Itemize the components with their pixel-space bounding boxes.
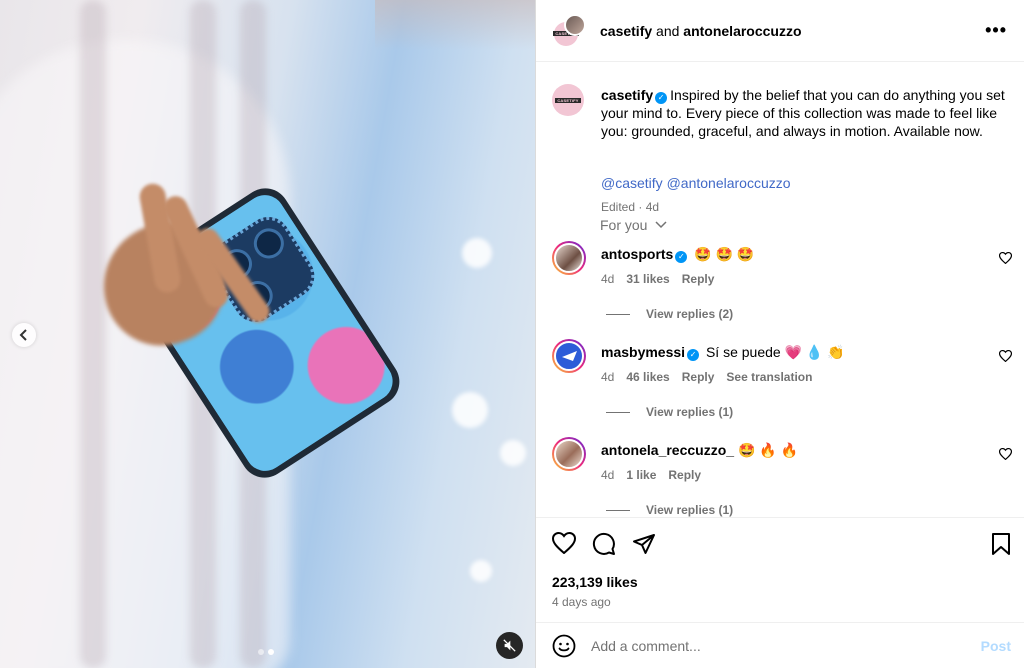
- comment-likes[interactable]: 46 likes: [626, 370, 669, 384]
- post-comment-button[interactable]: Post: [981, 638, 1011, 654]
- share-paper-plane-icon[interactable]: [632, 532, 656, 559]
- more-options-icon[interactable]: •••: [985, 20, 1007, 41]
- author-link[interactable]: casetify: [600, 23, 652, 39]
- mention-link[interactable]: @antonelaroccuzzo: [667, 175, 791, 191]
- post-likes-count[interactable]: 223,139 likes: [552, 574, 638, 590]
- verified-badge-icon: ✓: [655, 92, 668, 104]
- avatar[interactable]: [552, 437, 586, 471]
- mention-link[interactable]: @casetify: [601, 175, 663, 191]
- media-glow: [375, 0, 535, 50]
- bookmark-icon[interactable]: [991, 532, 1011, 559]
- comment-text: 🤩 🔥 🔥: [737, 442, 799, 458]
- carousel-dot: [258, 649, 264, 655]
- media-bokeh: [452, 392, 488, 428]
- post-timestamp[interactable]: 4 days ago: [552, 595, 611, 609]
- author-joiner: and: [656, 22, 680, 39]
- comment-text: 🤩 🤩 🤩: [694, 246, 755, 262]
- reply-button[interactable]: Reply: [668, 468, 701, 482]
- caption-username[interactable]: casetify: [601, 87, 653, 103]
- chevron-down-icon: [655, 221, 667, 229]
- comment-time: 4d: [601, 370, 615, 384]
- carousel-dot-active: [268, 649, 274, 655]
- reply-button[interactable]: Reply: [682, 272, 715, 286]
- verified-badge-icon: ✓: [687, 349, 700, 361]
- comment-sort-dropdown[interactable]: For you: [600, 217, 667, 233]
- comment-input[interactable]: [591, 637, 961, 654]
- comment-text: Sí se puede 💗 💧 👏: [705, 344, 845, 360]
- media-stripe: [80, 0, 106, 668]
- comment-time: 4d: [601, 468, 615, 482]
- comment-item: masbymessi ✓ Sí se puede 💗 💧 👏 4d 46 like…: [552, 339, 1013, 429]
- comment-likes[interactable]: 1 like: [626, 468, 656, 482]
- avatar[interactable]: [552, 241, 586, 275]
- comment-username[interactable]: antonela_reccuzzo_: [601, 442, 734, 458]
- carousel-dots: [258, 649, 274, 655]
- comment-body: antonela_reccuzzo_ 🤩 🔥 🔥: [601, 442, 798, 459]
- view-replies-button[interactable]: View replies (1): [606, 503, 733, 517]
- comment-bubble-icon[interactable]: [592, 532, 616, 559]
- media-bokeh: [470, 560, 492, 582]
- comment-time: 4d: [601, 272, 615, 286]
- comment-body: antosports ✓ 🤩 🤩 🤩: [601, 246, 754, 263]
- post-actions: 223,139 likes 4 days ago: [536, 517, 1024, 622]
- avatar[interactable]: [564, 13, 586, 36]
- collab-avatars[interactable]: CASETiFY: [552, 13, 586, 48]
- avatar[interactable]: CASETiFY: [552, 84, 584, 116]
- see-translation-button[interactable]: See translation: [726, 370, 812, 384]
- comment-meta: 4d 31 likes Reply: [601, 272, 714, 286]
- media-bokeh: [500, 440, 526, 466]
- view-replies-button[interactable]: View replies (1): [606, 405, 733, 419]
- avatar[interactable]: [552, 339, 586, 373]
- coauthor-link[interactable]: antonelaroccuzzo: [683, 23, 801, 39]
- verified-badge-icon: ✓: [675, 251, 688, 263]
- reply-button[interactable]: Reply: [682, 370, 715, 384]
- comment-body: masbymessi ✓ Sí se puede 💗 💧 👏: [601, 344, 845, 361]
- view-replies-button[interactable]: View replies (2): [606, 307, 733, 321]
- post-media[interactable]: [0, 0, 535, 668]
- comment-likes[interactable]: 31 likes: [626, 272, 669, 286]
- comments-scroll-area[interactable]: CASETiFY casetify ✓ Inspired by the belief…: [536, 62, 1024, 517]
- post-header: CASETiFY casetify and antonelaroccuzzo •…: [536, 0, 1024, 62]
- media-bokeh: [462, 238, 492, 268]
- comment-item: antonela_reccuzzo_ 🤩 🔥 🔥 4d 1 like Reply…: [552, 437, 1013, 517]
- heart-icon[interactable]: [998, 447, 1013, 463]
- comment-username[interactable]: masbymessi: [601, 344, 685, 360]
- heart-icon[interactable]: [998, 251, 1013, 267]
- sort-label: For you: [600, 217, 648, 233]
- like-heart-icon[interactable]: [551, 531, 577, 559]
- caption-meta: Edited · 4d: [601, 200, 660, 214]
- comment-meta: 4d 46 likes Reply See translation: [601, 370, 812, 384]
- comment-meta: 4d 1 like Reply: [601, 468, 701, 482]
- caption-text-block: casetify ✓ Inspired by the belief that you…: [601, 86, 1006, 140]
- comment-composer: Post: [536, 622, 1024, 668]
- comment-item: antosports ✓ 🤩 🤩 🤩 4d 31 likes Reply View…: [552, 241, 1013, 331]
- emoji-smiley-icon[interactable]: [552, 634, 576, 658]
- heart-icon[interactable]: [998, 349, 1013, 365]
- post-authors: casetify and antonelaroccuzzo: [600, 23, 802, 39]
- caption-mentions: @casetify @antonelaroccuzzo: [601, 175, 791, 191]
- action-icons: [551, 531, 656, 559]
- speaker-muted-icon[interactable]: [496, 632, 523, 659]
- comment-username[interactable]: antosports: [601, 246, 673, 262]
- chevron-left-icon[interactable]: [12, 323, 36, 347]
- post-details-panel: CASETiFY casetify and antonelaroccuzzo •…: [535, 0, 1024, 668]
